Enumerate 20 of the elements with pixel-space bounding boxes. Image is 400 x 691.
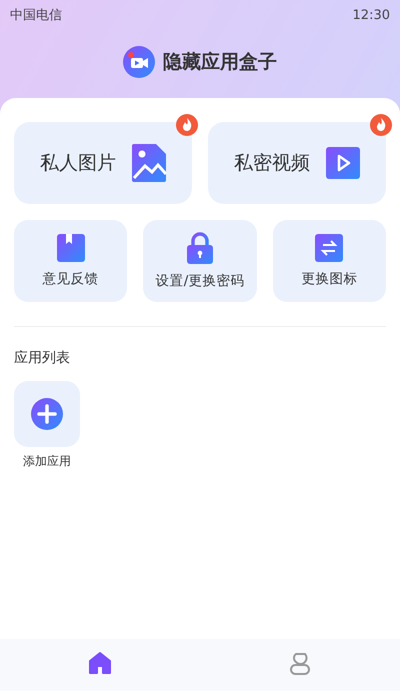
image-icon bbox=[132, 144, 166, 182]
lock-icon bbox=[186, 232, 213, 264]
person-icon[interactable] bbox=[288, 651, 312, 675]
tool-card[interactable]: 意见反馈 bbox=[14, 220, 128, 302]
app-title: 隐藏应用盒子 bbox=[163, 50, 277, 75]
feature-card[interactable]: 私密视频 bbox=[208, 122, 386, 204]
section-title: 应用列表 bbox=[14, 349, 71, 367]
clock-time: 12:30 bbox=[352, 8, 390, 22]
add-app-tile[interactable] bbox=[14, 381, 80, 447]
book-icon bbox=[56, 234, 85, 262]
app-logo-icon bbox=[123, 46, 155, 78]
add-icon bbox=[31, 398, 63, 430]
feature-card[interactable]: 私人图片 bbox=[14, 122, 192, 204]
play-icon bbox=[326, 147, 360, 179]
swap-icon bbox=[315, 234, 344, 262]
carrier-name: 中国电信 bbox=[10, 7, 62, 24]
app-label: 添加应用 bbox=[23, 453, 71, 470]
tool-card[interactable]: 更换图标 bbox=[272, 220, 386, 302]
tool-card[interactable]: 设置/更换密码 bbox=[143, 220, 257, 302]
home-icon[interactable] bbox=[88, 651, 112, 675]
